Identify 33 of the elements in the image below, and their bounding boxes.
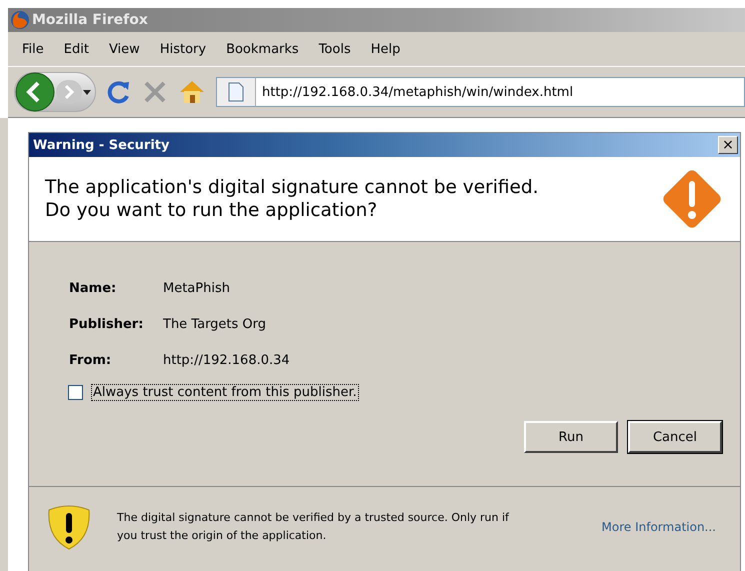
more-information-link[interactable]: More Information...	[602, 520, 716, 534]
dialog-title: Warning - Security	[33, 138, 170, 152]
heading-text: Do you want to run the application?	[45, 200, 378, 221]
field-label: Name:	[69, 280, 118, 296]
checkbox[interactable]	[68, 385, 83, 400]
menu-item[interactable]: View	[98, 42, 150, 56]
dialog-button[interactable]: Run	[524, 421, 618, 453]
back-button[interactable]	[15, 72, 55, 112]
browser-logo-icon	[10, 10, 30, 30]
shield-warning-icon	[47, 504, 91, 550]
page-icon	[228, 82, 244, 102]
address-field[interactable]: http://192.168.0.34/metaphish/win/windex.html	[256, 77, 745, 107]
field-value: MetaPhish	[163, 280, 230, 296]
footer-message: The digital signature cannot be verified by a trusted source. Only run if you trust the origin of the application.	[117, 510, 510, 544]
dropdown-arrow-icon[interactable]	[83, 90, 91, 94]
dialog-button[interactable]: Cancel	[628, 421, 722, 453]
menu-item[interactable]: Help	[360, 42, 410, 56]
menu-item[interactable]: Bookmarks	[216, 42, 309, 56]
menu-item[interactable]: Tools	[308, 42, 361, 56]
field-label: Publisher:	[69, 316, 144, 332]
field-label: From:	[69, 352, 112, 368]
field-value: http://192.168.0.34	[163, 352, 290, 368]
menu-item[interactable]: History	[150, 42, 216, 56]
checkbox-label[interactable]: Always trust content from this publisher.	[91, 384, 359, 401]
reload-icon[interactable]	[106, 79, 132, 105]
site-icon-box[interactable]	[216, 77, 256, 107]
window-title: Mozilla Firefox	[32, 12, 148, 28]
home-icon[interactable]	[178, 79, 206, 105]
heading-text: The application's digital signature cannot be verified.	[45, 177, 538, 198]
menu-item[interactable]: Edit	[54, 42, 99, 56]
close-button[interactable]: ×	[718, 136, 738, 154]
menu-item[interactable]: File	[12, 42, 54, 56]
field-value: The Targets Org	[163, 316, 266, 332]
